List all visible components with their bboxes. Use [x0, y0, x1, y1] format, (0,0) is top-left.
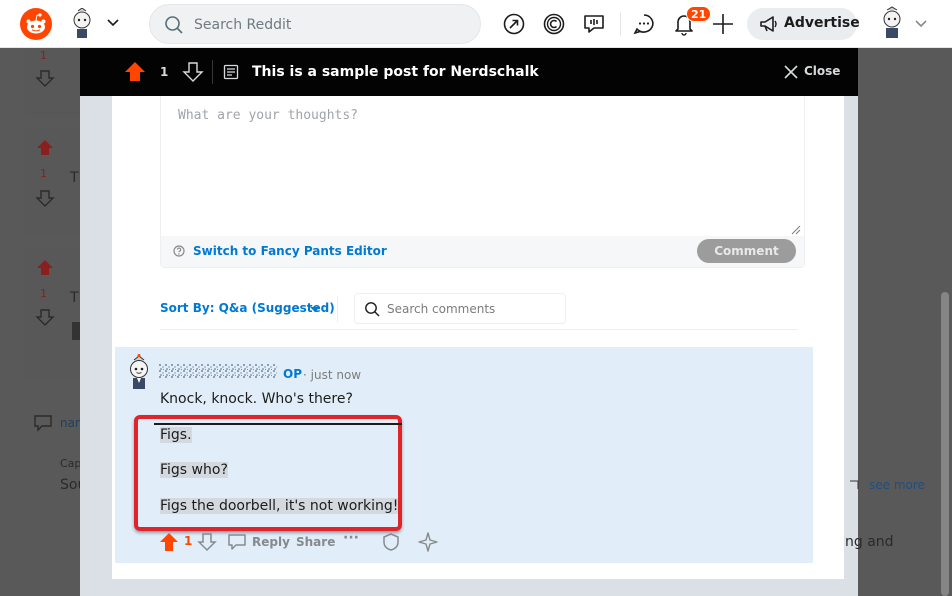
bg-text: ng and	[845, 534, 894, 550]
comment-button[interactable]: Comment	[697, 239, 796, 263]
comments-divider	[160, 329, 798, 330]
search-icon	[365, 302, 380, 317]
reply-button[interactable]: Reply	[252, 535, 290, 549]
post-title: This is a sample post for Nerdschalk	[252, 64, 539, 80]
comment-line: Figs the doorbell, it's not working!	[160, 498, 399, 514]
popular-icon[interactable]	[501, 11, 527, 37]
comment-line: Figs.	[160, 427, 192, 443]
post-text-icon	[223, 64, 239, 80]
commenter-avatar-icon[interactable]	[125, 353, 153, 393]
comment-editor: Switch to Fancy Pants Editor Comment	[160, 96, 805, 268]
comment-vote-count: 1	[184, 534, 193, 548]
bg-collapse-icon	[850, 480, 859, 489]
search-bar[interactable]	[149, 4, 481, 44]
bg-text: Cap	[60, 457, 82, 470]
switch-editor-link[interactable]: Switch to Fancy Pants Editor	[193, 244, 387, 258]
bg-downvote-icon	[35, 309, 55, 326]
redacted-username[interactable]	[159, 364, 277, 378]
scrollbar-thumb[interactable]	[941, 292, 949, 596]
comment-downvote-icon[interactable]	[197, 532, 217, 552]
search-icon	[165, 16, 183, 34]
bg-text: nar	[60, 416, 80, 430]
notification-badge: 21	[686, 6, 712, 22]
bg-see-more-link: see more	[869, 478, 925, 492]
header-divider	[212, 60, 213, 84]
bg-downvote-icon	[35, 70, 55, 87]
user-menu-chevron-icon[interactable]	[914, 19, 928, 29]
comment: OP · just now Knock, knock. Who's there?…	[115, 347, 813, 563]
bg-thumbnail	[72, 322, 80, 340]
megaphone-icon	[760, 16, 777, 32]
comment-timestamp[interactable]: · just now	[303, 368, 361, 382]
bg-downvote-icon	[35, 190, 55, 207]
sort-dropdown[interactable]: Sort By: Q&a (Suggested)	[160, 301, 335, 315]
bg-vote-count: 1	[40, 49, 47, 62]
close-icon[interactable]	[784, 65, 798, 79]
advertise-button[interactable]: Advertise	[747, 8, 860, 40]
award-icon[interactable]	[417, 531, 439, 553]
comment-actions: 1 Reply Share ···	[159, 530, 459, 554]
upvote-icon[interactable]	[124, 61, 146, 83]
bg-text: T	[70, 290, 79, 306]
reddit-logo-icon[interactable]	[20, 8, 52, 40]
coins-icon[interactable]	[541, 11, 567, 37]
nav-divider	[620, 12, 621, 36]
top-navigation: 21 Advertise	[0, 0, 952, 48]
comment-textarea[interactable]	[161, 96, 804, 236]
bg-text: T	[70, 170, 79, 186]
post-card: Switch to Fancy Pants Editor Comment Sor…	[112, 96, 844, 579]
mod-shield-icon[interactable]	[381, 532, 401, 552]
resize-handle-icon[interactable]	[789, 223, 801, 235]
help-icon	[173, 245, 185, 257]
quote-rule	[154, 423, 402, 425]
create-post-icon[interactable]	[710, 11, 736, 37]
advertise-label: Advertise	[784, 15, 860, 31]
community-avatar-icon[interactable]	[68, 7, 96, 38]
comment-search-input[interactable]	[387, 300, 557, 318]
bg-vote-count: 1	[40, 167, 47, 180]
editor-toolbar: Switch to Fancy Pants Editor Comment	[161, 236, 804, 267]
search-input[interactable]	[194, 14, 464, 36]
bg-upvote-icon	[37, 260, 53, 275]
modal-header: 1 This is a sample post for Nerdschalk C…	[80, 48, 858, 96]
share-button[interactable]: Share	[296, 535, 335, 549]
downvote-icon[interactable]	[182, 61, 204, 83]
chevron-down-icon[interactable]	[106, 18, 120, 28]
bg-comment-icon	[34, 415, 52, 432]
bg-vote-count: 1	[40, 287, 47, 300]
comment-upvote-icon[interactable]	[159, 532, 179, 552]
user-avatar-icon[interactable]	[878, 6, 906, 38]
talk-icon[interactable]	[581, 11, 607, 37]
post-vote-count: 1	[160, 65, 169, 79]
sort-divider	[337, 296, 338, 322]
comment-search[interactable]	[354, 293, 566, 324]
comment-line: Knock, knock. Who's there?	[160, 391, 353, 407]
bg-upvote-icon	[37, 140, 53, 155]
comment-line: Figs who?	[160, 462, 228, 478]
sort-caret-icon[interactable]	[310, 307, 320, 312]
close-button[interactable]: Close	[804, 64, 840, 78]
more-options-button[interactable]: ···	[343, 530, 359, 546]
post-modal: 1 This is a sample post for Nerdschalk C…	[80, 48, 858, 596]
reply-icon[interactable]	[227, 533, 247, 551]
op-badge: OP	[283, 367, 302, 381]
chat-icon[interactable]	[631, 11, 657, 37]
